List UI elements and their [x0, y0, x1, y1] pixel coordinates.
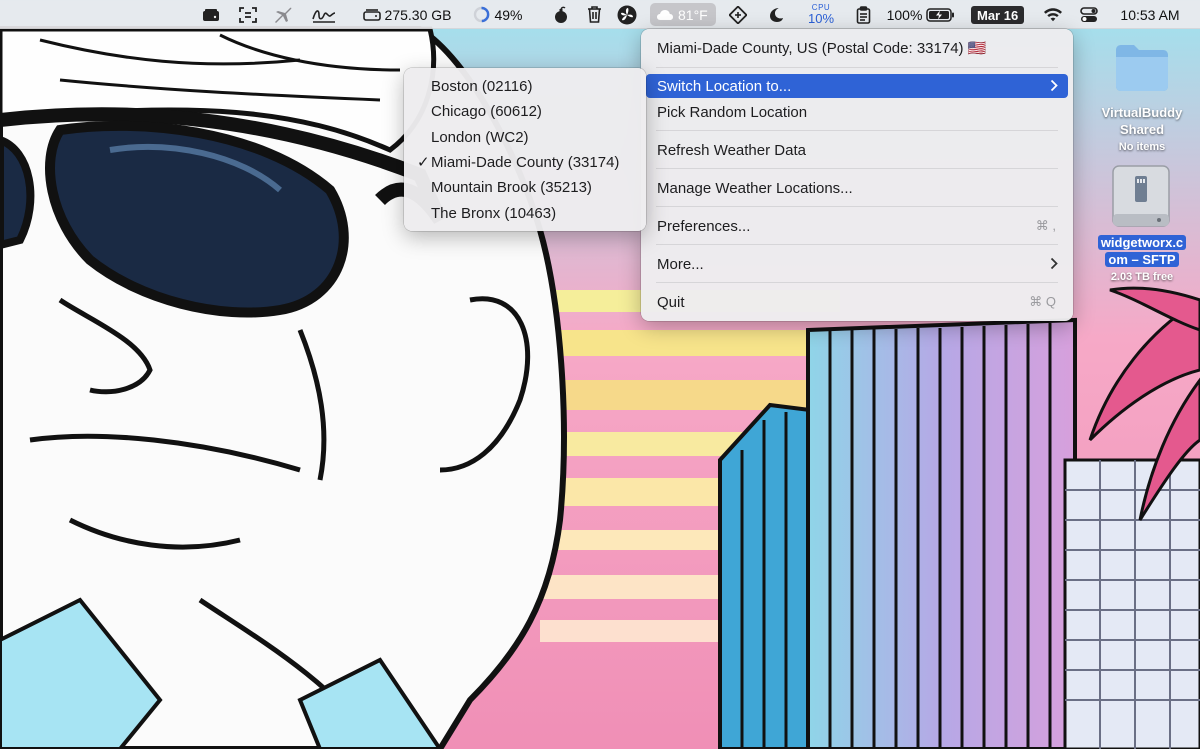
wifi-icon[interactable] — [1042, 0, 1064, 29]
folder-name: VirtualBuddy Shared — [1101, 105, 1183, 137]
location-label: Boston (02116) — [431, 77, 533, 95]
control-center-icon[interactable] — [1078, 0, 1100, 29]
chevron-right-icon — [1050, 257, 1058, 270]
folder-subtitle: No items — [1118, 141, 1166, 153]
ruler-icon[interactable] — [727, 0, 749, 29]
location-item-the-bronx[interactable]: The Bronx (10463) — [409, 201, 641, 225]
chevron-right-icon — [1050, 79, 1058, 92]
weather-menu-extra[interactable]: 81°F — [650, 3, 716, 26]
battery-indicator[interactable]: 100% — [885, 0, 957, 29]
desktop-drive-sftp[interactable]: widgetworx.c om – SFTP 2.03 TB free — [1085, 162, 1199, 287]
cpu-meter[interactable]: CPU 10% — [806, 0, 836, 29]
menu-item-quit[interactable]: Quit ⌘ Q — [646, 290, 1068, 314]
menu-item-refresh[interactable]: Refresh Weather Data — [646, 138, 1068, 162]
shortcut-preferences: ⌘ , — [1035, 218, 1056, 233]
memory-percent: 49% — [494, 6, 523, 23]
menu-item-label: More... — [657, 255, 704, 273]
screenshot-icon[interactable] — [237, 0, 259, 29]
bomb-icon[interactable] — [551, 0, 571, 29]
moon-icon[interactable] — [765, 0, 787, 29]
battery-percent: 100% — [886, 6, 923, 23]
trash-icon[interactable] — [584, 0, 604, 29]
menu-item-label: Preferences... — [657, 217, 751, 235]
folder-icon — [1116, 45, 1168, 91]
location-label: The Bronx (10463) — [431, 204, 557, 222]
menu-item-label: Quit — [657, 293, 685, 311]
fan-icon[interactable] — [615, 0, 639, 29]
cloud-icon — [657, 9, 673, 20]
memory-ring-icon — [474, 6, 490, 23]
menu-separator — [656, 206, 1058, 207]
menu-item-pick-random[interactable]: Pick Random Location — [646, 100, 1068, 124]
weather-temperature: 81°F — [678, 6, 708, 23]
date-badge[interactable]: Mar 16 — [971, 6, 1025, 24]
location-item-london[interactable]: London (WC2) — [409, 125, 641, 149]
menu-header-location: Miami-Dade County, US (Postal Code: 3317… — [657, 40, 987, 57]
date-text: Mar 16 — [977, 7, 1019, 23]
airplane-icon[interactable] — [272, 0, 294, 29]
drive-name: widgetworx.c om – SFTP — [1090, 234, 1194, 268]
menu-item-label: Refresh Weather Data — [657, 141, 806, 159]
location-label: Miami-Dade County (33174) — [431, 153, 620, 171]
menu-item-switch-location[interactable]: Switch Location to... — [646, 74, 1068, 98]
menu-separator — [656, 168, 1058, 169]
location-label: Mountain Brook (35213) — [431, 178, 592, 196]
drive-icon[interactable] — [200, 0, 222, 29]
location-item-chicago[interactable]: Chicago (60612) — [409, 99, 641, 123]
menu-bar: 275.30 GB 49% 81°F CPU 10% 100% Mar 16 1… — [0, 0, 1200, 29]
clipboard-icon[interactable] — [853, 0, 873, 29]
menu-item-manage-locations[interactable]: Manage Weather Locations... — [646, 176, 1068, 200]
menu-item-more[interactable]: More... — [646, 252, 1068, 276]
shortcut-quit: ⌘ Q — [1029, 294, 1056, 309]
menu-separator — [656, 244, 1058, 245]
switch-location-submenu: Boston (02116) Chicago (60612) London (W… — [404, 68, 646, 231]
location-item-miami-dade[interactable]: ✓ Miami-Dade County (33174) — [409, 150, 641, 174]
signature-icon[interactable] — [310, 0, 338, 29]
location-item-mountain-brook[interactable]: Mountain Brook (35213) — [409, 175, 641, 199]
location-item-boston[interactable]: Boston (02116) — [409, 74, 641, 98]
drive-subtitle: 2.03 TB free — [1110, 271, 1174, 283]
menu-item-label: Manage Weather Locations... — [657, 179, 853, 197]
weather-menu: Miami-Dade County, US (Postal Code: 3317… — [641, 29, 1073, 321]
checkmark-icon: ✓ — [417, 154, 430, 171]
cpu-value: 10% — [807, 11, 835, 26]
disk-icon — [362, 8, 381, 21]
menu-item-preferences[interactable]: Preferences... ⌘ , — [646, 214, 1068, 238]
location-label: London (WC2) — [431, 128, 529, 146]
menu-item-label: Switch Location to... — [657, 77, 792, 95]
desktop-folder-virtualbuddy[interactable]: VirtualBuddy Shared No items — [1092, 40, 1192, 160]
disk-free-value: 275.30 GB — [384, 6, 452, 23]
menu-separator — [656, 282, 1058, 283]
clock[interactable]: 10:53 AM — [1111, 0, 1189, 29]
disk-space-indicator[interactable]: 275.30 GB — [357, 0, 457, 29]
menu-separator — [656, 130, 1058, 131]
network-drive-icon — [1112, 165, 1170, 227]
location-label: Chicago (60612) — [431, 102, 542, 120]
menu-separator — [656, 67, 1058, 68]
menu-item-label: Pick Random Location — [657, 103, 808, 121]
memory-indicator[interactable]: 49% — [468, 0, 528, 29]
battery-icon — [926, 7, 955, 22]
